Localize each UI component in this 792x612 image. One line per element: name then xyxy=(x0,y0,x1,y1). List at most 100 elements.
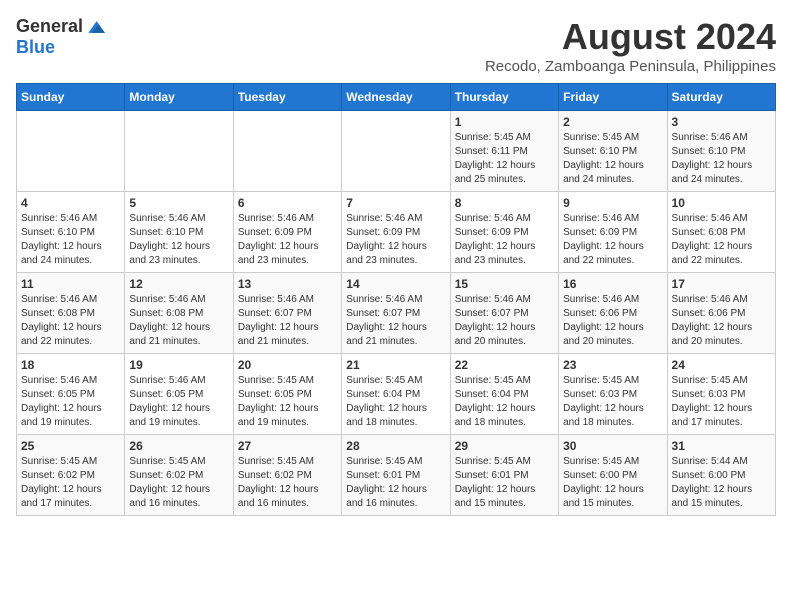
calendar-cell: 26Sunrise: 5:45 AMSunset: 6:02 PMDayligh… xyxy=(125,435,233,516)
day-number: 9 xyxy=(563,196,662,210)
day-info: Sunrise: 5:46 AMSunset: 6:09 PMDaylight:… xyxy=(346,212,445,268)
day-number: 7 xyxy=(346,196,445,210)
day-info: Sunrise: 5:46 AMSunset: 6:09 PMDaylight:… xyxy=(238,212,337,268)
calendar-cell: 22Sunrise: 5:45 AMSunset: 6:04 PMDayligh… xyxy=(450,354,558,435)
page-header: General Blue August 2024 Recodo, Zamboan… xyxy=(16,16,776,75)
day-info: Sunrise: 5:46 AMSunset: 6:05 PMDaylight:… xyxy=(129,374,228,430)
header-day-tuesday: Tuesday xyxy=(233,84,341,111)
calendar-cell: 2Sunrise: 5:45 AMSunset: 6:10 PMDaylight… xyxy=(559,111,667,192)
calendar-week-1: 1 Sunrise: 5:45 AMSunset: 6:11 PMDaylight… xyxy=(17,111,776,192)
day-info: Sunrise: 5:45 AMSunset: 6:03 PMDaylight:… xyxy=(672,374,771,430)
day-info: Sunrise: 5:46 AMSunset: 6:09 PMDaylight:… xyxy=(563,212,662,268)
day-number: 15 xyxy=(455,277,554,291)
day-number: 19 xyxy=(129,358,228,372)
header-day-saturday: Saturday xyxy=(667,84,775,111)
calendar-header-row: SundayMondayTuesdayWednesdayThursdayFrid… xyxy=(17,84,776,111)
day-info: Sunrise: 5:45 AMSunset: 6:04 PMDaylight:… xyxy=(346,374,445,430)
calendar-cell: 13 Sunrise: 5:46 AMSunset: 6:07 PMDayligh… xyxy=(233,273,341,354)
day-info: Sunrise: 5:46 AMSunset: 6:07 PMDaylight:… xyxy=(455,293,554,349)
day-number: 24 xyxy=(672,358,771,372)
day-number: 26 xyxy=(129,439,228,453)
day-info: Sunrise: 5:46 AMSunset: 6:10 PMDaylight:… xyxy=(672,131,771,187)
day-info: Sunrise: 5:45 AMSunset: 6:03 PMDaylight:… xyxy=(563,374,662,430)
day-number: 10 xyxy=(672,196,771,210)
calendar-cell: 28Sunrise: 5:45 AMSunset: 6:01 PMDayligh… xyxy=(342,435,450,516)
day-number: 28 xyxy=(346,439,445,453)
calendar-title: August 2024 xyxy=(485,16,776,58)
day-number: 2 xyxy=(563,115,662,129)
calendar-cell: 25 Sunrise: 5:45 AMSunset: 6:02 PMDayligh… xyxy=(17,435,125,516)
day-info: Sunrise: 5:45 AMSunset: 6:02 PMDaylight:… xyxy=(21,455,120,511)
day-number: 18 xyxy=(21,358,120,372)
logo-icon xyxy=(85,17,105,37)
calendar-cell: 5 Sunrise: 5:46 AMSunset: 6:10 PMDaylight… xyxy=(125,192,233,273)
calendar-cell xyxy=(17,111,125,192)
day-info: Sunrise: 5:46 AMSunset: 6:06 PMDaylight:… xyxy=(563,293,662,349)
calendar-cell: 7 Sunrise: 5:46 AMSunset: 6:09 PMDaylight… xyxy=(342,192,450,273)
calendar-cell: 16 Sunrise: 5:46 AMSunset: 6:06 PMDayligh… xyxy=(559,273,667,354)
calendar-cell: 11 Sunrise: 5:46 AMSunset: 6:08 PMDayligh… xyxy=(17,273,125,354)
calendar-table: SundayMondayTuesdayWednesdayThursdayFrid… xyxy=(16,83,776,516)
day-number: 5 xyxy=(129,196,228,210)
title-section: August 2024 Recodo, Zamboanga Peninsula,… xyxy=(485,16,776,75)
day-info: Sunrise: 5:45 AMSunset: 6:11 PMDaylight:… xyxy=(455,131,554,187)
calendar-cell: 8 Sunrise: 5:46 AMSunset: 6:09 PMDaylight… xyxy=(450,192,558,273)
day-info: Sunrise: 5:46 AMSunset: 6:09 PMDaylight:… xyxy=(455,212,554,268)
day-info: Sunrise: 5:46 AMSunset: 6:08 PMDaylight:… xyxy=(21,293,120,349)
day-number: 25 xyxy=(21,439,120,453)
day-number: 31 xyxy=(672,439,771,453)
day-number: 1 xyxy=(455,115,554,129)
calendar-cell: 17 Sunrise: 5:46 AMSunset: 6:06 PMDayligh… xyxy=(667,273,775,354)
day-info: Sunrise: 5:44 AMSunset: 6:00 PMDaylight:… xyxy=(672,455,771,511)
day-info: Sunrise: 5:46 AMSunset: 6:08 PMDaylight:… xyxy=(672,212,771,268)
calendar-week-2: 4 Sunrise: 5:46 AMSunset: 6:10 PMDaylight… xyxy=(17,192,776,273)
header-day-sunday: Sunday xyxy=(17,84,125,111)
calendar-cell: 30Sunrise: 5:45 AMSunset: 6:00 PMDayligh… xyxy=(559,435,667,516)
calendar-cell: 6Sunrise: 5:46 AMSunset: 6:09 PMDaylight… xyxy=(233,192,341,273)
day-info: Sunrise: 5:46 AMSunset: 6:06 PMDaylight:… xyxy=(672,293,771,349)
logo: General Blue xyxy=(16,16,105,58)
day-number: 16 xyxy=(563,277,662,291)
calendar-week-4: 18 Sunrise: 5:46 AMSunset: 6:05 PMDayligh… xyxy=(17,354,776,435)
day-info: Sunrise: 5:46 AMSunset: 6:10 PMDaylight:… xyxy=(129,212,228,268)
calendar-cell: 23 Sunrise: 5:45 AMSunset: 6:03 PMDayligh… xyxy=(559,354,667,435)
day-number: 3 xyxy=(672,115,771,129)
calendar-cell: 14Sunrise: 5:46 AMSunset: 6:07 PMDayligh… xyxy=(342,273,450,354)
day-number: 4 xyxy=(21,196,120,210)
calendar-cell: 12 Sunrise: 5:46 AMSunset: 6:08 PMDayligh… xyxy=(125,273,233,354)
calendar-cell: 1 Sunrise: 5:45 AMSunset: 6:11 PMDaylight… xyxy=(450,111,558,192)
day-number: 20 xyxy=(238,358,337,372)
day-info: Sunrise: 5:45 AMSunset: 6:05 PMDaylight:… xyxy=(238,374,337,430)
calendar-cell: 21 Sunrise: 5:45 AMSunset: 6:04 PMDayligh… xyxy=(342,354,450,435)
calendar-cell: 29Sunrise: 5:45 AMSunset: 6:01 PMDayligh… xyxy=(450,435,558,516)
day-number: 13 xyxy=(238,277,337,291)
calendar-cell: 15 Sunrise: 5:46 AMSunset: 6:07 PMDayligh… xyxy=(450,273,558,354)
day-number: 12 xyxy=(129,277,228,291)
calendar-cell: 20 Sunrise: 5:45 AMSunset: 6:05 PMDayligh… xyxy=(233,354,341,435)
day-number: 27 xyxy=(238,439,337,453)
day-number: 8 xyxy=(455,196,554,210)
calendar-week-3: 11 Sunrise: 5:46 AMSunset: 6:08 PMDayligh… xyxy=(17,273,776,354)
day-info: Sunrise: 5:45 AMSunset: 6:01 PMDaylight:… xyxy=(455,455,554,511)
day-number: 23 xyxy=(563,358,662,372)
calendar-cell: 27Sunrise: 5:45 AMSunset: 6:02 PMDayligh… xyxy=(233,435,341,516)
day-info: Sunrise: 5:46 AMSunset: 6:07 PMDaylight:… xyxy=(238,293,337,349)
day-info: Sunrise: 5:46 AMSunset: 6:08 PMDaylight:… xyxy=(129,293,228,349)
day-number: 11 xyxy=(21,277,120,291)
day-info: Sunrise: 5:45 AMSunset: 6:00 PMDaylight:… xyxy=(563,455,662,511)
calendar-cell xyxy=(233,111,341,192)
day-info: Sunrise: 5:46 AMSunset: 6:07 PMDaylight:… xyxy=(346,293,445,349)
header-day-thursday: Thursday xyxy=(450,84,558,111)
day-number: 21 xyxy=(346,358,445,372)
calendar-cell: 10 Sunrise: 5:46 AMSunset: 6:08 PMDayligh… xyxy=(667,192,775,273)
calendar-cell: 4 Sunrise: 5:46 AMSunset: 6:10 PMDaylight… xyxy=(17,192,125,273)
calendar-week-5: 25 Sunrise: 5:45 AMSunset: 6:02 PMDayligh… xyxy=(17,435,776,516)
header-day-monday: Monday xyxy=(125,84,233,111)
day-info: Sunrise: 5:45 AMSunset: 6:04 PMDaylight:… xyxy=(455,374,554,430)
calendar-cell xyxy=(125,111,233,192)
calendar-cell: 19 Sunrise: 5:46 AMSunset: 6:05 PMDayligh… xyxy=(125,354,233,435)
day-number: 17 xyxy=(672,277,771,291)
day-info: Sunrise: 5:46 AMSunset: 6:10 PMDaylight:… xyxy=(21,212,120,268)
calendar-cell xyxy=(342,111,450,192)
header-day-wednesday: Wednesday xyxy=(342,84,450,111)
